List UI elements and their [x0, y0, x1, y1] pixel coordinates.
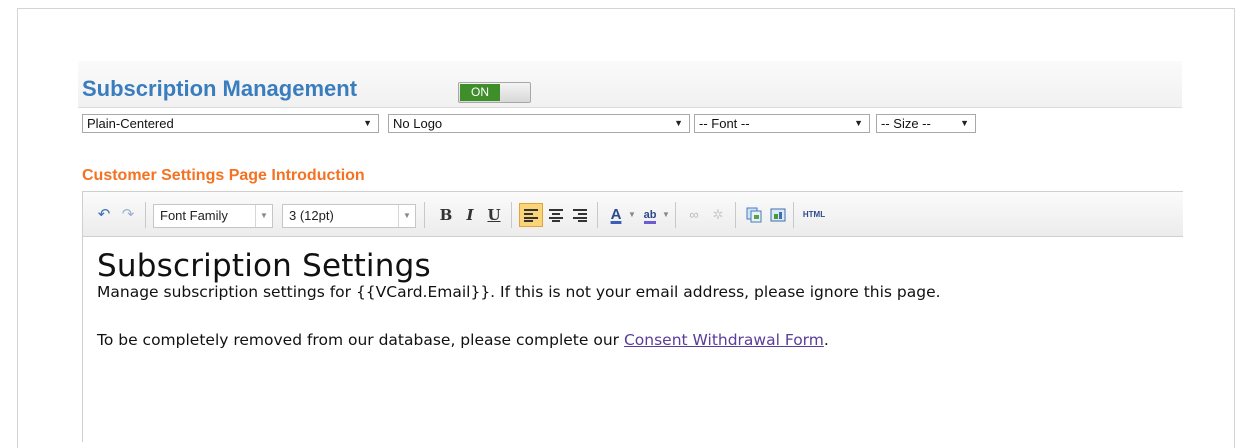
toolbar-separator — [793, 202, 794, 228]
font-color-icon[interactable]: A — [605, 204, 627, 226]
header-band: Subscription Management ON — [78, 61, 1182, 108]
toggle-on-label: ON — [460, 84, 500, 101]
rich-text-editor: ↶ ↷ Font Family ▼ 3 (12pt) ▼ B I U A ▼ a… — [82, 191, 1183, 442]
section-label: Customer Settings Page Introduction — [82, 167, 365, 184]
layout-select[interactable]: Plain-Centered ▼ — [82, 114, 379, 133]
undo-icon[interactable]: ↶ — [93, 204, 115, 226]
chevron-down-icon: ▼ — [854, 118, 863, 128]
page-title: Subscription Management — [82, 76, 358, 101]
font-size-combo[interactable]: 3 (12pt) ▼ — [282, 204, 416, 228]
font-family-combo[interactable]: Font Family ▼ — [153, 204, 273, 228]
chevron-down-icon: ▼ — [398, 205, 415, 227]
toolbar-separator — [145, 202, 146, 228]
chevron-down-icon: ▼ — [674, 118, 683, 128]
bold-icon[interactable]: B — [435, 204, 457, 226]
highlight-color-icon[interactable]: ab — [639, 204, 661, 226]
html-source-icon[interactable]: HTML — [801, 204, 827, 226]
toolbar-separator — [675, 202, 676, 228]
underline-icon[interactable]: U — [483, 204, 505, 226]
paste-icon[interactable] — [743, 204, 765, 226]
logo-select-value: No Logo — [393, 116, 443, 131]
layout-select-value: Plain-Centered — [87, 116, 174, 131]
insert-image-icon[interactable] — [767, 204, 789, 226]
content-heading: Subscription Settings — [97, 248, 431, 284]
editor-content[interactable]: Subscription Settings Manage subscriptio… — [97, 250, 1177, 350]
editor-toolbar: ↶ ↷ Font Family ▼ 3 (12pt) ▼ B I U A ▼ a… — [83, 192, 1183, 237]
chevron-down-icon: ▼ — [363, 118, 372, 128]
redo-icon[interactable]: ↷ — [117, 204, 139, 226]
logo-select[interactable]: No Logo ▼ — [388, 114, 690, 133]
italic-icon[interactable]: I — [459, 204, 481, 226]
font-size-value: 3 (12pt) — [289, 208, 334, 223]
content-line-removal: To be completely removed from our databa… — [97, 330, 1177, 350]
unlink-icon[interactable]: ✲ — [707, 204, 729, 226]
consent-withdrawal-link[interactable]: Consent Withdrawal Form — [624, 331, 824, 349]
removal-text: To be completely removed from our databa… — [97, 331, 624, 349]
toolbar-separator — [424, 202, 425, 228]
chevron-down-icon[interactable]: ▼ — [627, 204, 637, 226]
font-select-value: -- Font -- — [699, 116, 750, 131]
font-family-value: Font Family — [160, 208, 228, 223]
size-select[interactable]: -- Size -- ▼ — [876, 114, 976, 133]
chevron-down-icon: ▼ — [960, 118, 969, 128]
size-select-value: -- Size -- — [881, 116, 931, 131]
subscription-toggle[interactable]: ON — [458, 82, 531, 103]
toolbar-separator — [735, 202, 736, 228]
toolbar-separator — [597, 202, 598, 228]
toolbar-separator — [511, 202, 512, 228]
removal-period: . — [823, 331, 829, 349]
chevron-down-icon: ▼ — [255, 205, 272, 227]
chevron-down-icon[interactable]: ▼ — [661, 204, 671, 226]
subscription-panel: Subscription Management ON Plain-Centere… — [78, 61, 1183, 442]
content-line-email: Manage subscription settings for {{VCard… — [97, 283, 941, 301]
align-right-icon[interactable] — [569, 204, 591, 226]
align-left-icon[interactable] — [519, 203, 543, 227]
link-icon[interactable]: ∞ — [683, 204, 705, 226]
font-select[interactable]: -- Font -- ▼ — [694, 114, 870, 133]
align-center-icon[interactable] — [545, 204, 567, 226]
